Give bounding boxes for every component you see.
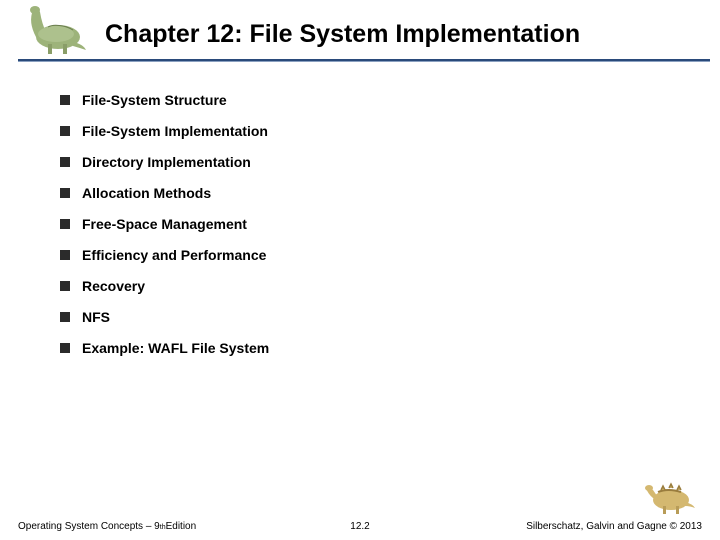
slide: Chapter 12: File System Implementation F… — [0, 0, 720, 540]
bullet-icon — [60, 95, 70, 105]
list-item: File-System Structure — [60, 92, 720, 108]
footer-book-title-suffix: Edition — [166, 521, 197, 532]
dinosaur-left-icon — [18, 2, 88, 57]
list-item: Free-Space Management — [60, 216, 720, 232]
bullet-text: Example: WAFL File System — [82, 340, 269, 356]
bullet-text: Recovery — [82, 278, 145, 294]
bullet-text: NFS — [82, 309, 110, 325]
bullet-text: File-System Structure — [82, 92, 227, 108]
bullet-icon — [60, 188, 70, 198]
slide-title: Chapter 12: File System Implementation — [10, 18, 710, 49]
slide-footer: Operating System Concepts – 9th Edition … — [0, 521, 720, 532]
list-item: Directory Implementation — [60, 154, 720, 170]
list-item: Example: WAFL File System — [60, 340, 720, 356]
list-item: Recovery — [60, 278, 720, 294]
bullet-icon — [60, 126, 70, 136]
bullet-icon — [60, 312, 70, 322]
bullet-text: Allocation Methods — [82, 185, 211, 201]
list-item: Allocation Methods — [60, 185, 720, 201]
footer-left: Operating System Concepts – 9th Edition — [18, 521, 196, 532]
list-item: File-System Implementation — [60, 123, 720, 139]
bullet-icon — [60, 250, 70, 260]
dinosaur-right-icon — [643, 476, 698, 516]
footer-page-number: 12.2 — [350, 521, 369, 532]
bullet-list: File-System Structure File-System Implem… — [0, 62, 720, 356]
bullet-icon — [60, 157, 70, 167]
bullet-icon — [60, 343, 70, 353]
bullet-text: Directory Implementation — [82, 154, 251, 170]
slide-header: Chapter 12: File System Implementation — [0, 0, 720, 49]
bullet-text: Efficiency and Performance — [82, 247, 266, 263]
footer-book-title-prefix: Operating System Concepts – 9 — [18, 521, 160, 532]
list-item: Efficiency and Performance — [60, 247, 720, 263]
bullet-text: File-System Implementation — [82, 123, 268, 139]
bullet-icon — [60, 219, 70, 229]
footer-copyright: Silberschatz, Galvin and Gagne © 2013 — [526, 521, 702, 532]
bullet-icon — [60, 281, 70, 291]
list-item: NFS — [60, 309, 720, 325]
bullet-text: Free-Space Management — [82, 216, 247, 232]
